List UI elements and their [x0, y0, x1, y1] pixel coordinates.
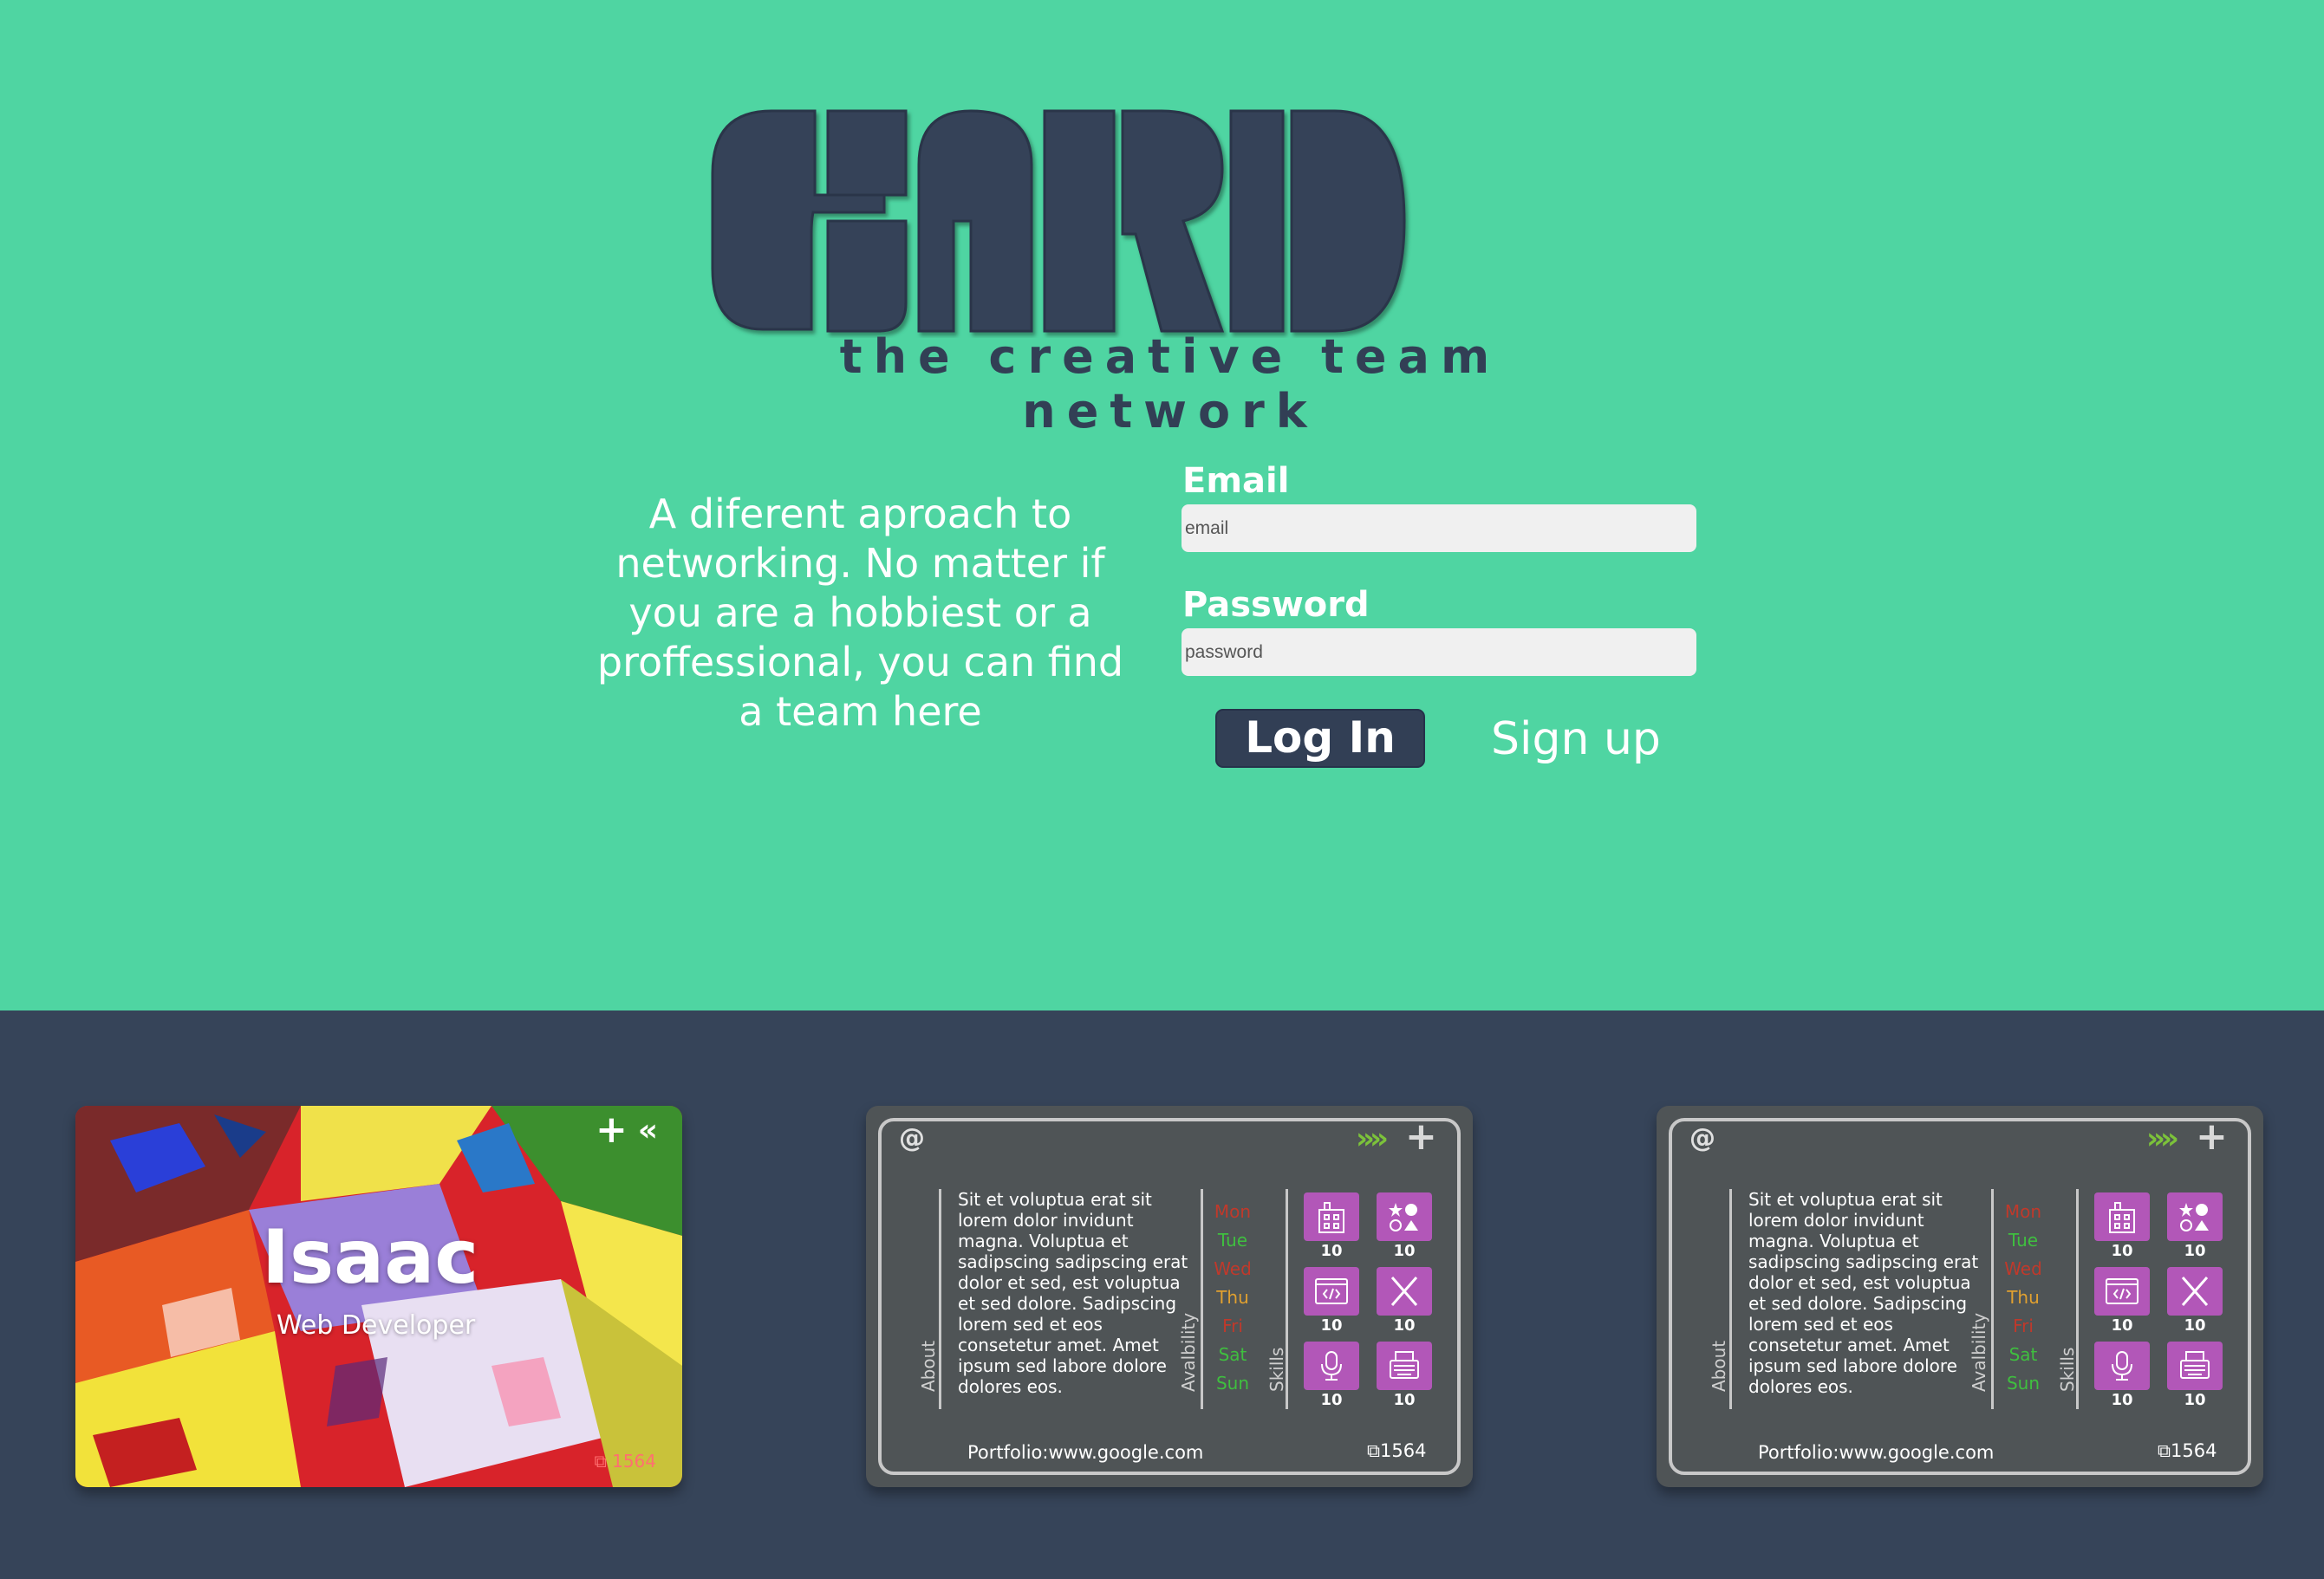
- day-sun: Sun: [1215, 1373, 1250, 1394]
- skills-label: Skills: [1266, 1347, 1287, 1392]
- profile-card-front[interactable]: « + Isaac Web Developer ⧉ 1564: [75, 1106, 682, 1487]
- availability-days: Mon Tue Wed Thu Fri Sat Sun: [1211, 1198, 1254, 1398]
- day-fri: Fri: [2013, 1316, 2034, 1336]
- skill-building: 10: [2094, 1192, 2150, 1260]
- day-wed: Wed: [1214, 1258, 1252, 1279]
- plus-icon[interactable]: +: [2196, 1114, 2228, 1159]
- chevrons-right-icon[interactable]: »»: [2146, 1121, 2179, 1156]
- copy-icon: ⧉: [2158, 1440, 2171, 1461]
- availability-label: Avalbility: [1969, 1312, 1989, 1392]
- microphone-icon: [2112, 1351, 2132, 1381]
- shapes-icon: [1389, 1203, 1418, 1231]
- day-thu: Thu: [1216, 1287, 1249, 1308]
- availability-divider: [1991, 1189, 1994, 1409]
- login-button[interactable]: Log In: [1215, 709, 1425, 768]
- email-input[interactable]: [1182, 504, 1696, 552]
- shapes-icon: [2179, 1203, 2209, 1231]
- profile-card-back[interactable]: @ »» + About Sit et voluptua erat sit lo…: [1657, 1106, 2263, 1487]
- plus-icon[interactable]: +: [596, 1108, 628, 1152]
- skill-code: 10: [1304, 1267, 1359, 1335]
- code-window-icon: [2106, 1278, 2138, 1304]
- member-count: ⧉ 1564: [594, 1451, 656, 1472]
- skill-code: 10: [2094, 1267, 2150, 1335]
- at-icon: @: [899, 1123, 925, 1153]
- crossed-tools-icon: [2181, 1277, 2209, 1306]
- day-tue: Tue: [2008, 1230, 2039, 1251]
- member-count: ⧉1564: [1367, 1440, 1427, 1461]
- signup-link[interactable]: Sign up: [1491, 711, 1664, 771]
- day-wed: Wed: [2004, 1258, 2042, 1279]
- profile-card-back[interactable]: @ »» + About Sit et voluptua erat sit lo…: [866, 1106, 1473, 1487]
- day-mon: Mon: [1214, 1201, 1252, 1222]
- building-icon: [2109, 1202, 2135, 1233]
- day-mon: Mon: [2004, 1201, 2042, 1222]
- portfolio-link[interactable]: Portfolio:www.google.com: [967, 1442, 1203, 1463]
- about-divider: [1729, 1189, 1732, 1409]
- about-label: About: [918, 1340, 939, 1392]
- day-sun: Sun: [2006, 1373, 2041, 1394]
- chevrons-left-icon[interactable]: «: [638, 1113, 658, 1148]
- about-text: Sit et voluptua erat sit lorem dolor inv…: [1748, 1189, 1979, 1397]
- skill-building: 10: [1304, 1192, 1359, 1260]
- day-sat: Sat: [2008, 1344, 2038, 1365]
- skill-typewriter: 10: [1377, 1342, 1432, 1409]
- skill-typewriter: 10: [2167, 1342, 2223, 1409]
- password-label: Password: [1182, 585, 1370, 625]
- skill-shapes: 10: [1377, 1192, 1432, 1260]
- typewriter-icon: [1390, 1351, 1419, 1379]
- at-icon: @: [1689, 1123, 1715, 1153]
- availability-label: Avalbility: [1178, 1312, 1199, 1392]
- building-icon: [1318, 1202, 1344, 1233]
- skill-microphone: 10: [1304, 1342, 1359, 1409]
- skill-microphone: 10: [2094, 1342, 2150, 1409]
- skill-tools: 10: [1377, 1267, 1432, 1335]
- typewriter-icon: [2180, 1351, 2210, 1379]
- intro-text: A diferent aproach to networking. No mat…: [596, 491, 1124, 735]
- day-tue: Tue: [1217, 1230, 1248, 1251]
- profile-role: Web Developer: [277, 1310, 476, 1341]
- day-thu: Thu: [2007, 1287, 2040, 1308]
- skill-shapes: 10: [2167, 1192, 2223, 1260]
- tagline: the creative team network: [839, 329, 1501, 439]
- day-fri: Fri: [1222, 1316, 1243, 1336]
- chevrons-right-icon[interactable]: »»: [1356, 1121, 1389, 1156]
- profile-name: Isaac: [262, 1214, 479, 1301]
- day-sat: Sat: [1218, 1344, 1247, 1365]
- hero-section: the creative team network A diferent apr…: [0, 0, 2324, 1010]
- skill-tools: 10: [2167, 1267, 2223, 1335]
- plus-icon[interactable]: +: [1405, 1114, 1437, 1159]
- portfolio-link[interactable]: Portfolio:www.google.com: [1758, 1442, 1994, 1463]
- email-label: Email: [1182, 461, 1290, 501]
- card-logo: [711, 109, 1406, 333]
- crossed-tools-icon: [1390, 1277, 1418, 1306]
- member-count: ⧉1564: [2158, 1440, 2217, 1461]
- about-text: Sit et voluptua erat sit lorem dolor inv…: [958, 1189, 1188, 1397]
- skills-label: Skills: [2057, 1347, 2078, 1392]
- availability-days: Mon Tue Wed Thu Fri Sat Sun: [2002, 1198, 2045, 1398]
- copy-icon: ⧉: [594, 1451, 607, 1472]
- password-input[interactable]: [1182, 628, 1696, 676]
- availability-divider: [1201, 1189, 1203, 1409]
- code-window-icon: [1315, 1278, 1348, 1304]
- copy-icon: ⧉: [1367, 1440, 1380, 1461]
- microphone-icon: [1321, 1351, 1342, 1381]
- about-label: About: [1709, 1340, 1729, 1392]
- about-divider: [939, 1189, 941, 1409]
